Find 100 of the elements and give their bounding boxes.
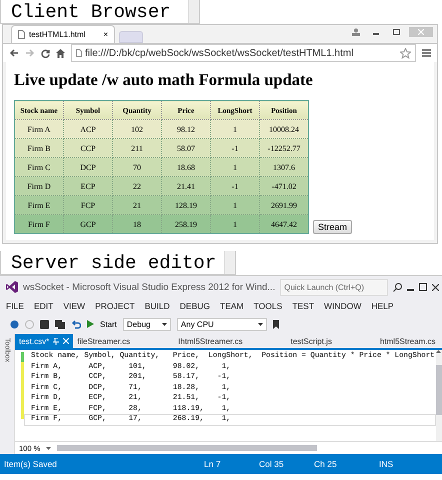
home-icon — [56, 48, 65, 58]
close-icon — [418, 29, 424, 35]
menu-item[interactable]: TEAM — [220, 301, 244, 311]
table-cell: 102 — [112, 120, 162, 138]
page-icon — [18, 30, 25, 39]
user-icon — [352, 28, 360, 36]
status-text: Item(s) Saved — [4, 459, 58, 469]
star-icon — [400, 48, 411, 58]
menu-item[interactable]: BUILD — [144, 301, 170, 311]
table-cell: 10008.24 — [260, 120, 308, 138]
table-cell: 18.68 — [162, 158, 210, 176]
table-cell: 211 — [112, 138, 162, 158]
table-cell: Firm C — [14, 158, 64, 176]
start-button[interactable]: Start — [100, 320, 117, 328]
caret-up-icon — [436, 350, 442, 353]
table-cell: 58.07 — [162, 138, 210, 158]
table-cell: 21.41 — [162, 176, 210, 196]
platform-dropdown[interactable]: Any CPU — [176, 318, 267, 330]
table-cell: 1 — [210, 196, 260, 214]
search-icon — [393, 282, 402, 292]
table-cell: 18 — [112, 214, 162, 234]
caret-icon — [258, 322, 263, 326]
table-cell: ACP — [64, 120, 112, 138]
menu-icon — [422, 49, 431, 57]
menu-item[interactable]: TOOLS — [254, 301, 282, 311]
close-icon — [63, 338, 70, 344]
table-cell: 128.19 — [162, 196, 210, 214]
undo-icon — [71, 320, 81, 328]
table-cell: 22 — [112, 176, 162, 196]
table-cell: Firm B — [14, 138, 64, 158]
menu-item[interactable]: VIEW — [63, 301, 86, 311]
code-editor[interactable] — [15, 350, 442, 441]
table-cell: ECP — [64, 176, 112, 196]
status-text: Ln 7 — [204, 459, 222, 469]
table-cell: -471.02 — [260, 176, 308, 196]
scrollbar[interactable] — [188, 0, 199, 23]
table-cell: CCP — [64, 138, 112, 158]
scrollbar-thumb[interactable] — [57, 445, 318, 451]
caption-text: Server side editor — [11, 251, 216, 274]
table-cell: GCP — [64, 214, 112, 234]
scrollbar[interactable] — [224, 251, 235, 274]
caption-text: Client Browser — [11, 0, 171, 23]
logo-icon — [6, 281, 18, 293]
menu-item[interactable]: DEBUG — [180, 301, 210, 311]
maximize-icon — [419, 283, 428, 291]
caret-icon — [46, 446, 52, 450]
maximize-icon — [392, 29, 400, 35]
back-icon — [9, 49, 19, 57]
configuration-dropdown[interactable]: Debug — [122, 318, 171, 330]
caret-icon — [162, 322, 167, 326]
browser-tab[interactable]: testHTML1.html × — [11, 25, 115, 43]
menu-item[interactable]: FILE — [6, 301, 24, 311]
document-tab[interactable]: test.csv* — [15, 334, 74, 348]
menu-item[interactable]: PROJECT — [95, 301, 135, 311]
address-field[interactable]: file:///D:/bk/cp/webSock/wsSocket/wsSocket/testHTML1.html — [71, 44, 416, 62]
table-cell: Firm E — [14, 196, 64, 214]
table-cell: 98.12 — [162, 120, 210, 138]
page-heading: Live update /w auto math Formula update — [14, 70, 314, 90]
play-icon — [87, 320, 94, 328]
save-icon — [40, 320, 49, 328]
page-icon — [76, 49, 82, 57]
table-cell: 1307.6 — [260, 158, 308, 176]
menu-item[interactable]: HELP — [371, 301, 394, 311]
back-circle-icon — [10, 320, 19, 328]
table-cell: Firm D — [14, 176, 64, 196]
close-tab-button[interactable]: × — [103, 30, 108, 39]
menu-item[interactable]: WINDOW — [324, 301, 362, 311]
table-cell: 1 — [210, 120, 260, 138]
table-cell: FCP — [64, 196, 112, 214]
bookmark-icon — [272, 320, 279, 328]
document-tab[interactable]: fileStreamer.cs — [73, 334, 134, 348]
menu-item[interactable]: TEST — [292, 301, 314, 311]
status-text: Ch 25 — [314, 459, 338, 469]
table-cell: 70 — [112, 158, 162, 176]
document-tab[interactable]: testScript.js — [286, 334, 336, 348]
document-tab[interactable]: Ihtml5Streamer.cs — [174, 334, 247, 348]
table-cell: Firm F — [14, 214, 64, 234]
reload-icon — [41, 48, 50, 58]
table-cell: DCP — [64, 158, 112, 176]
pin-icon — [53, 338, 60, 344]
table-cell: -12252.77 — [260, 138, 308, 158]
quick-launch-field[interactable]: Quick Launch (Ctrl+Q) — [280, 278, 388, 296]
close-icon — [432, 284, 440, 290]
table-cell: 4647.42 — [260, 214, 308, 234]
table-cell: 21 — [112, 196, 162, 214]
window-title: wsSocket - Microsoft Visual Studio Express 2012 for Wind... — [23, 282, 276, 292]
new-tab-button[interactable] — [119, 31, 143, 43]
table-cell: Firm A — [14, 120, 64, 138]
table-cell: -1 — [210, 176, 260, 196]
table-cell: 2691.99 — [260, 196, 308, 214]
forward-circle-icon — [25, 320, 34, 328]
table-cell: -1 — [210, 138, 260, 158]
table-cell: 1 — [210, 158, 260, 176]
status-text: INS — [379, 459, 394, 469]
status-text: Col 35 — [259, 459, 285, 469]
table-cell: 1 — [210, 214, 260, 234]
menu-item[interactable]: EDIT — [34, 301, 54, 311]
forward-icon — [25, 49, 35, 57]
stream-button[interactable]: Stream — [313, 220, 352, 234]
document-tab[interactable]: html5Stream.cs — [376, 334, 440, 348]
